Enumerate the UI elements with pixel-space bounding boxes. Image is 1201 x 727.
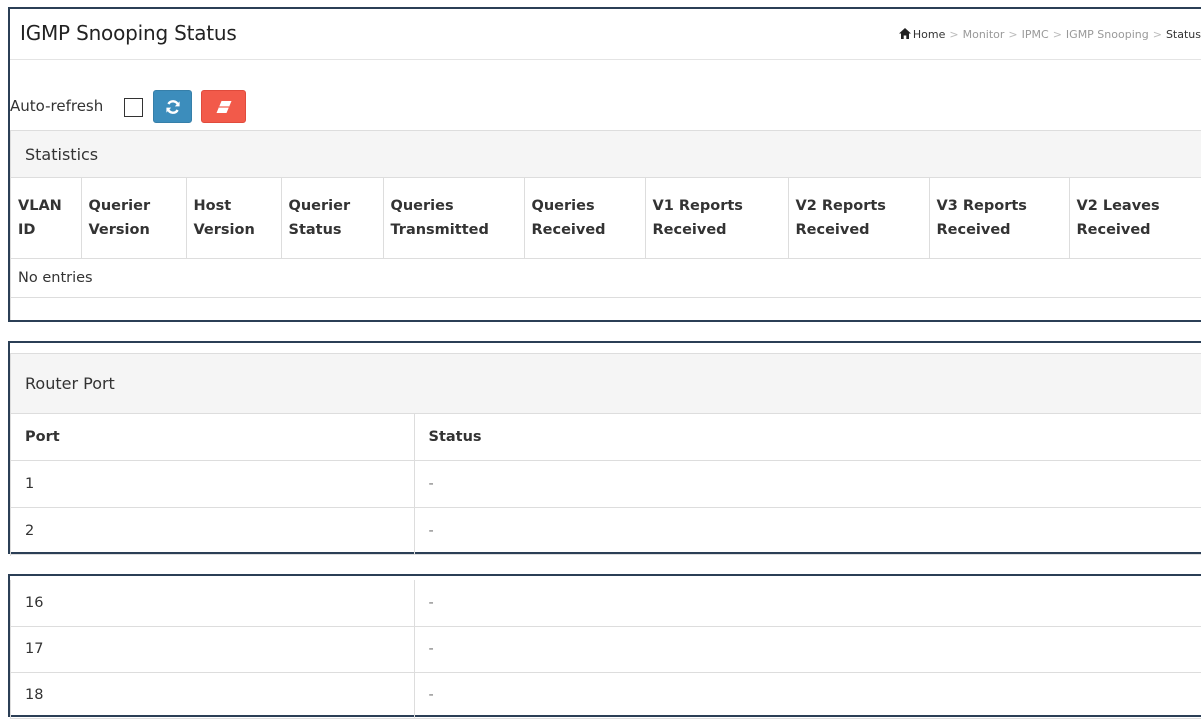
router-port-panel: Router Port Port Status 1 - 2 - [10, 353, 1201, 556]
breadcrumb-separator: > [1008, 28, 1018, 41]
col-queries-received: Queries Received [524, 178, 646, 259]
home-icon[interactable] [898, 28, 911, 42]
breadcrumb-separator: > [1152, 28, 1162, 41]
router-port-table: Port Status 1 - 2 - [11, 414, 1201, 555]
col-vlan-id: VLAN ID [11, 178, 82, 259]
col-querier-status: Querier Status [281, 178, 384, 259]
col-v3-reports-received: V3 Reports Received [929, 178, 1070, 259]
port-cell: 17 [11, 626, 415, 673]
breadcrumb-separator: > [949, 28, 959, 41]
refresh-icon [165, 99, 180, 114]
col-v2-leaves-received: V2 Leaves Received [1069, 178, 1201, 259]
toolbar: Auto-refresh [10, 60, 1201, 140]
statistics-table: VLAN ID Querier Version Host Version Querie… [11, 178, 1201, 298]
status-cell: - [414, 580, 1201, 627]
no-entries-text: No entries [11, 258, 1201, 298]
col-host-version: Host Version [186, 178, 282, 259]
breadcrumb-current: Status [1165, 28, 1201, 41]
table-row: 17 - [11, 626, 1201, 673]
status-cell: - [414, 507, 1201, 555]
refresh-button[interactable] [153, 90, 192, 123]
statistics-header-row: VLAN ID Querier Version Host Version Querie… [11, 178, 1201, 259]
breadcrumb-ipmc[interactable]: IPMC [1022, 28, 1049, 41]
breadcrumb-igmp-snooping[interactable]: IGMP Snooping [1066, 28, 1149, 41]
col-v1-reports-received: V1 Reports Received [645, 178, 789, 259]
table-row-empty: No entries [11, 258, 1201, 298]
port-cell: 18 [11, 672, 415, 719]
breadcrumb-separator: > [1052, 28, 1062, 41]
statistics-heading: Statistics [11, 131, 1201, 178]
breadcrumb: Home > Monitor > IPMC > IGMP Snooping > Status [898, 28, 1201, 42]
table-row: 1 - [11, 460, 1201, 508]
port-cell: 1 [11, 460, 415, 508]
table-row: 16 - [11, 580, 1201, 627]
router-port-continued-table: 16 - 17 - 18 - [11, 580, 1201, 719]
status-cell: - [414, 460, 1201, 508]
col-port: Port [11, 414, 415, 461]
breadcrumb-home[interactable]: Home [913, 28, 945, 41]
clear-button[interactable] [201, 90, 246, 123]
status-cell: - [414, 626, 1201, 673]
port-cell: 16 [11, 580, 415, 627]
statistics-panel: Statistics VLAN ID Querier Version Host Ver… [10, 130, 1201, 320]
col-v2-reports-received: V2 Reports Received [788, 178, 930, 259]
table-row: 2 - [11, 507, 1201, 555]
table-row: 18 - [11, 672, 1201, 719]
router-port-header-row: Port Status [11, 414, 1201, 461]
col-queries-transmitted: Queries Transmitted [383, 178, 525, 259]
router-port-frame: Router Port Port Status 1 - 2 - [8, 341, 1201, 556]
router-port-continued-frame: 16 - 17 - 18 - [8, 574, 1201, 719]
port-cell: 2 [11, 507, 415, 555]
router-port-heading: Router Port [11, 354, 1201, 414]
col-status: Status [414, 414, 1201, 461]
page-title: IGMP Snooping Status [20, 21, 237, 45]
router-port-continued-panel: 16 - 17 - 18 - [10, 580, 1201, 719]
col-querier-version: Querier Version [81, 178, 187, 259]
auto-refresh-label: Auto-refresh [10, 97, 104, 115]
title-bar: IGMP Snooping Status Home > Monitor > IPMC > I… [10, 9, 1201, 60]
status-cell: - [414, 672, 1201, 719]
status-page-frame: IGMP Snooping Status Home > Monitor > IPMC > I… [8, 7, 1201, 322]
auto-refresh-checkbox[interactable] [124, 98, 143, 117]
eraser-icon [216, 100, 231, 113]
breadcrumb-monitor[interactable]: Monitor [963, 28, 1005, 41]
